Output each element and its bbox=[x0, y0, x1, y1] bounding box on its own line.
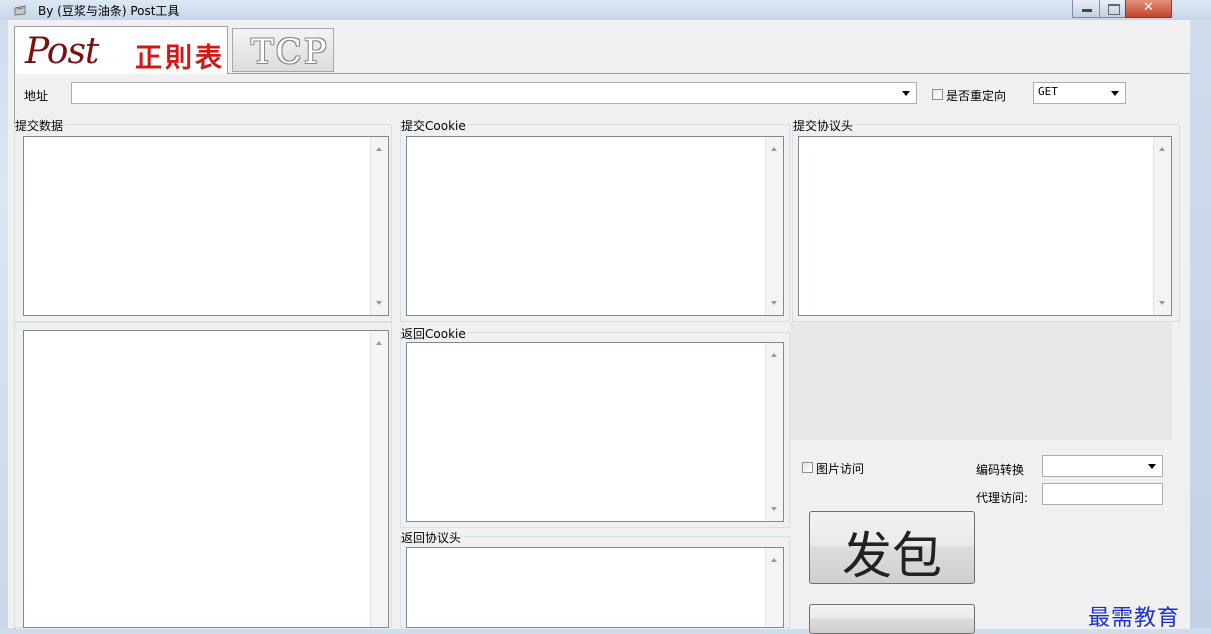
proxy-input[interactable] bbox=[1042, 483, 1163, 505]
submit-cookie-textarea[interactable] bbox=[406, 136, 784, 316]
scrollbar[interactable] bbox=[765, 343, 783, 521]
submit-headers-textarea[interactable] bbox=[798, 136, 1172, 316]
tab-post-subtitle: 正則表 bbox=[135, 43, 225, 74]
maximize-icon bbox=[1108, 4, 1120, 15]
minimize-icon bbox=[1082, 9, 1092, 12]
address-label: 地址 bbox=[24, 89, 49, 103]
scrollbar[interactable] bbox=[765, 548, 783, 627]
encoding-label: 编码转换 bbox=[976, 463, 1025, 477]
maximize-button[interactable] bbox=[1099, 0, 1126, 18]
method-select[interactable]: GET bbox=[1033, 82, 1126, 104]
submit-data-textarea[interactable] bbox=[23, 136, 389, 316]
image-access-checkbox[interactable] bbox=[802, 462, 813, 473]
method-value: GET bbox=[1038, 85, 1058, 98]
scroll-up-icon bbox=[771, 147, 777, 151]
watermark: 最需教育 bbox=[1088, 606, 1181, 631]
encoding-select[interactable] bbox=[1042, 455, 1163, 477]
scroll-down-icon bbox=[771, 301, 777, 305]
minimize-button[interactable] bbox=[1072, 0, 1100, 18]
scroll-up-icon bbox=[376, 341, 382, 345]
chevron-down-icon bbox=[1148, 464, 1156, 469]
title-bar: By (豆浆与油条) Post工具 ✕ bbox=[0, 0, 1211, 20]
scrollbar[interactable] bbox=[370, 137, 388, 315]
submit-cookie-title: 提交Cookie bbox=[401, 117, 468, 134]
scroll-down-icon bbox=[376, 301, 382, 305]
send-button[interactable]: 发包 bbox=[809, 511, 975, 585]
scroll-up-icon bbox=[771, 558, 777, 562]
chevron-down-icon bbox=[902, 91, 910, 96]
proxy-label: 代理访问: bbox=[976, 491, 1029, 505]
scroll-up-icon bbox=[1159, 147, 1165, 151]
window-right-border bbox=[1190, 20, 1211, 628]
scrollbar[interactable] bbox=[370, 331, 388, 627]
scroll-down-icon bbox=[771, 507, 777, 511]
close-icon: ✕ bbox=[1143, 0, 1154, 15]
submit-headers-title: 提交协议头 bbox=[793, 117, 856, 134]
window-title: By (豆浆与油条) Post工具 bbox=[38, 4, 180, 18]
tab-tcp-label: TCP bbox=[251, 32, 329, 72]
image-preview-panel bbox=[790, 322, 1172, 440]
return-headers-textarea[interactable] bbox=[406, 547, 784, 628]
image-access-label: 图片访问 bbox=[816, 462, 865, 476]
address-combo[interactable] bbox=[71, 82, 917, 104]
app-icon bbox=[14, 5, 26, 16]
return-cookie-title: 返回Cookie bbox=[401, 325, 468, 342]
submit-data-title: 提交数据 bbox=[15, 117, 66, 134]
return-cookie-textarea[interactable] bbox=[406, 342, 784, 522]
scrollbar[interactable] bbox=[1153, 137, 1171, 315]
redirect-label: 是否重定向 bbox=[946, 89, 1007, 103]
tab-post[interactable]: Post 正則表 bbox=[14, 26, 228, 74]
close-button[interactable]: ✕ bbox=[1125, 0, 1172, 18]
chevron-down-icon bbox=[1111, 91, 1119, 96]
scrollbar[interactable] bbox=[765, 137, 783, 315]
tab-post-label: Post bbox=[25, 31, 99, 72]
send-button-label: 发包 bbox=[842, 527, 942, 585]
scroll-up-icon bbox=[771, 353, 777, 357]
secondary-button[interactable] bbox=[809, 604, 975, 634]
response-body-textarea[interactable] bbox=[23, 330, 389, 628]
scroll-up-icon bbox=[376, 147, 382, 151]
tab-tcp[interactable]: TCP bbox=[232, 28, 334, 72]
scroll-down-icon bbox=[1159, 301, 1165, 305]
return-headers-title: 返回协议头 bbox=[401, 529, 464, 546]
redirect-checkbox[interactable] bbox=[932, 89, 943, 100]
